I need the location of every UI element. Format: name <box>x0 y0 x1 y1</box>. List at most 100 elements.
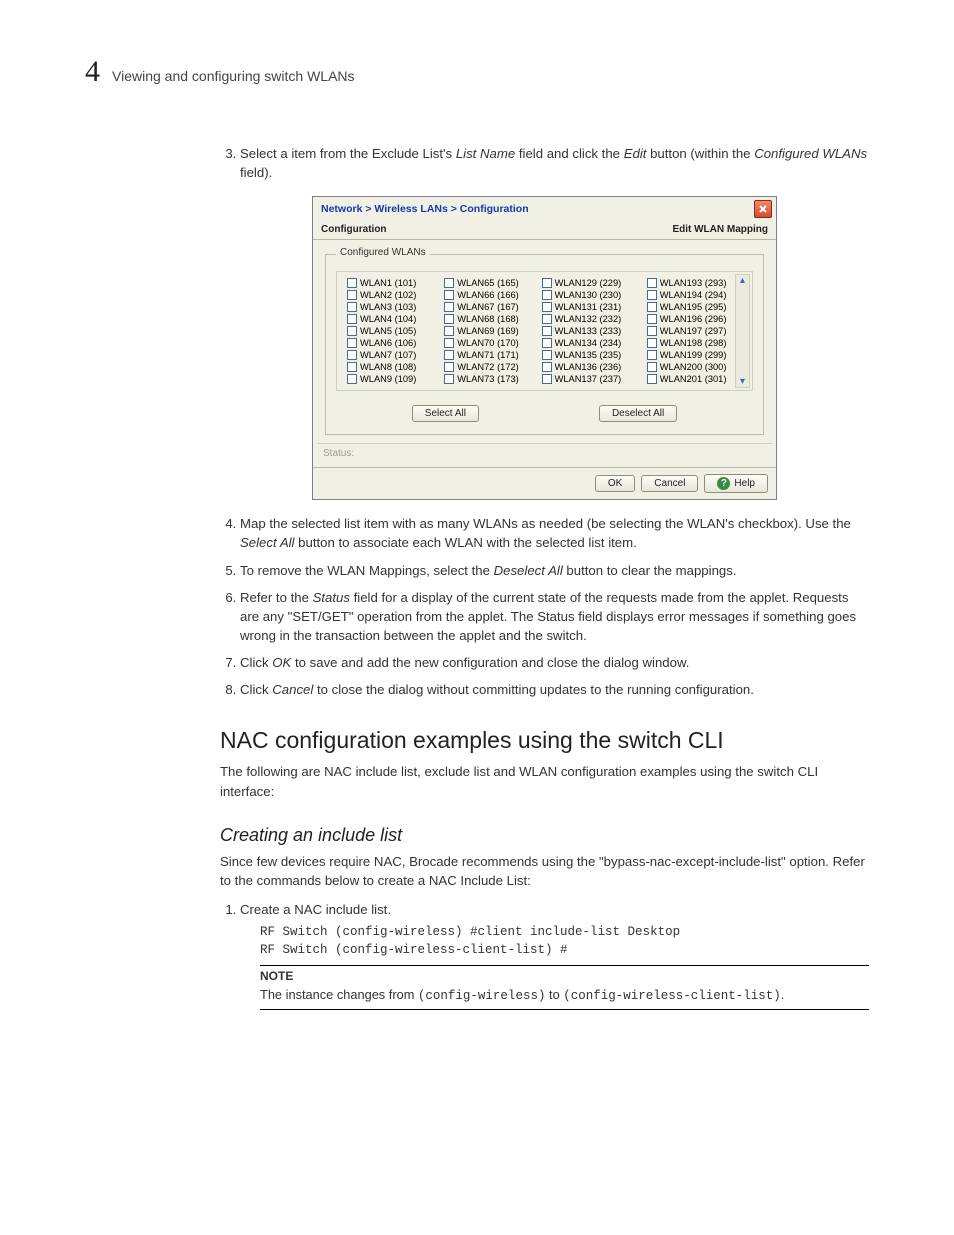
ok-button[interactable]: OK <box>595 475 635 492</box>
wlan-item[interactable]: WLAN9 (109) <box>347 374 444 384</box>
wlan-item[interactable]: WLAN69 (169) <box>444 326 541 336</box>
checkbox-icon[interactable] <box>647 326 657 336</box>
checkbox-icon[interactable] <box>347 278 357 288</box>
scrollbar[interactable]: ▴ ▾ <box>735 274 750 388</box>
close-icon[interactable] <box>754 200 772 218</box>
checkbox-icon[interactable] <box>647 290 657 300</box>
wlan-item[interactable]: WLAN4 (104) <box>347 314 444 324</box>
checkbox-icon[interactable] <box>444 278 454 288</box>
checkbox-icon[interactable] <box>647 302 657 312</box>
wlan-label: WLAN201 (301) <box>660 374 727 384</box>
dialog-subheader: Configuration Edit WLAN Mapping <box>313 221 776 240</box>
cli-procedure: Create a NAC include list. RF Switch (co… <box>220 900 869 1010</box>
checkbox-icon[interactable] <box>542 290 552 300</box>
scroll-up-icon[interactable]: ▴ <box>736 275 749 286</box>
checkbox-icon[interactable] <box>347 374 357 384</box>
chapter-number: 4 <box>85 55 100 89</box>
wlan-item[interactable]: WLAN73 (173) <box>444 374 541 384</box>
wlan-label: WLAN129 (229) <box>555 278 622 288</box>
wlan-column-3: WLAN129 (229) WLAN130 (230) WLAN131 (231) W… <box>542 278 647 384</box>
wlan-item[interactable]: WLAN136 (236) <box>542 362 647 372</box>
checkbox-icon[interactable] <box>347 362 357 372</box>
wlan-item[interactable]: WLAN135 (235) <box>542 350 647 360</box>
checkbox-icon[interactable] <box>542 362 552 372</box>
checkbox-icon[interactable] <box>647 338 657 348</box>
checkbox-icon[interactable] <box>347 338 357 348</box>
wlan-label: WLAN194 (294) <box>660 290 727 300</box>
wlan-label: WLAN5 (105) <box>360 326 416 336</box>
wlan-item[interactable]: WLAN70 (170) <box>444 338 541 348</box>
checkbox-icon[interactable] <box>347 314 357 324</box>
checkbox-icon[interactable] <box>542 338 552 348</box>
wlan-item[interactable]: WLAN8 (108) <box>347 362 444 372</box>
wlan-label: WLAN200 (300) <box>660 362 727 372</box>
wlan-label: WLAN193 (293) <box>660 278 727 288</box>
help-button[interactable]: ?Help <box>704 474 768 493</box>
checkbox-icon[interactable] <box>347 326 357 336</box>
wlan-label: WLAN3 (103) <box>360 302 416 312</box>
wlan-item[interactable]: WLAN3 (103) <box>347 302 444 312</box>
checkbox-icon[interactable] <box>542 278 552 288</box>
checkbox-icon[interactable] <box>444 350 454 360</box>
checkbox-icon[interactable] <box>444 362 454 372</box>
checkbox-icon[interactable] <box>647 278 657 288</box>
checkbox-icon[interactable] <box>647 374 657 384</box>
wlan-item[interactable]: WLAN131 (231) <box>542 302 647 312</box>
subsection-intro: Since few devices require NAC, Brocade r… <box>220 852 869 890</box>
wlan-item[interactable]: WLAN132 (232) <box>542 314 647 324</box>
checkbox-icon[interactable] <box>347 350 357 360</box>
checkbox-icon[interactable] <box>542 374 552 384</box>
wlan-item[interactable]: WLAN65 (165) <box>444 278 541 288</box>
checkbox-icon[interactable] <box>647 350 657 360</box>
checkbox-icon[interactable] <box>647 314 657 324</box>
wlan-item[interactable]: WLAN133 (233) <box>542 326 647 336</box>
checkbox-icon[interactable] <box>647 362 657 372</box>
wlan-item[interactable]: WLAN71 (171) <box>444 350 541 360</box>
wlan-label: WLAN197 (297) <box>660 326 727 336</box>
wlan-label: WLAN1 (101) <box>360 278 416 288</box>
subsection-heading: Creating an include list <box>220 825 869 846</box>
wlan-label: WLAN66 (166) <box>457 290 519 300</box>
wlan-item[interactable]: WLAN67 (167) <box>444 302 541 312</box>
cancel-button[interactable]: Cancel <box>641 475 698 492</box>
subheader-right: Edit WLAN Mapping <box>672 224 768 235</box>
cli-step-1: Create a NAC include list. RF Switch (co… <box>240 900 869 1010</box>
wlan-item[interactable]: WLAN5 (105) <box>347 326 444 336</box>
note-title: NOTE <box>260 968 869 985</box>
checkbox-icon[interactable] <box>542 350 552 360</box>
checkbox-icon[interactable] <box>347 302 357 312</box>
cli-code-block: RF Switch (config-wireless) #client incl… <box>260 923 869 959</box>
section-intro: The following are NAC include list, excl… <box>220 762 869 800</box>
wlan-item[interactable]: WLAN137 (237) <box>542 374 647 384</box>
checkbox-icon[interactable] <box>444 314 454 324</box>
wlan-item[interactable]: WLAN1 (101) <box>347 278 444 288</box>
checkbox-icon[interactable] <box>444 374 454 384</box>
wlan-item[interactable]: WLAN2 (102) <box>347 290 444 300</box>
checkbox-icon[interactable] <box>542 326 552 336</box>
wlan-item[interactable]: WLAN7 (107) <box>347 350 444 360</box>
wlan-label: WLAN2 (102) <box>360 290 416 300</box>
note-box: NOTE The instance changes from (config-w… <box>260 965 869 1010</box>
checkbox-icon[interactable] <box>444 302 454 312</box>
wlan-label: WLAN4 (104) <box>360 314 416 324</box>
checkbox-icon[interactable] <box>444 338 454 348</box>
wlan-item[interactable]: WLAN6 (106) <box>347 338 444 348</box>
checkbox-icon[interactable] <box>444 326 454 336</box>
wlan-label: WLAN8 (108) <box>360 362 416 372</box>
scroll-down-icon[interactable]: ▾ <box>736 376 749 387</box>
section-heading: NAC configuration examples using the swi… <box>220 727 869 754</box>
wlan-item[interactable]: WLAN72 (172) <box>444 362 541 372</box>
checkbox-icon[interactable] <box>542 302 552 312</box>
procedure-list-lower: Map the selected list item with as many … <box>220 514 869 699</box>
wlan-item[interactable]: WLAN66 (166) <box>444 290 541 300</box>
configured-wlans-fieldset: Configured WLANs WLAN1 (101)WLAN2 (102)W… <box>325 254 764 435</box>
deselect-all-button[interactable]: Deselect All <box>599 405 677 422</box>
wlan-item[interactable]: WLAN134 (234) <box>542 338 647 348</box>
checkbox-icon[interactable] <box>444 290 454 300</box>
wlan-item[interactable]: WLAN130 (230) <box>542 290 647 300</box>
checkbox-icon[interactable] <box>347 290 357 300</box>
wlan-item[interactable]: WLAN68 (168) <box>444 314 541 324</box>
select-all-button[interactable]: Select All <box>412 405 479 422</box>
checkbox-icon[interactable] <box>542 314 552 324</box>
wlan-item[interactable]: WLAN129 (229) <box>542 278 647 288</box>
